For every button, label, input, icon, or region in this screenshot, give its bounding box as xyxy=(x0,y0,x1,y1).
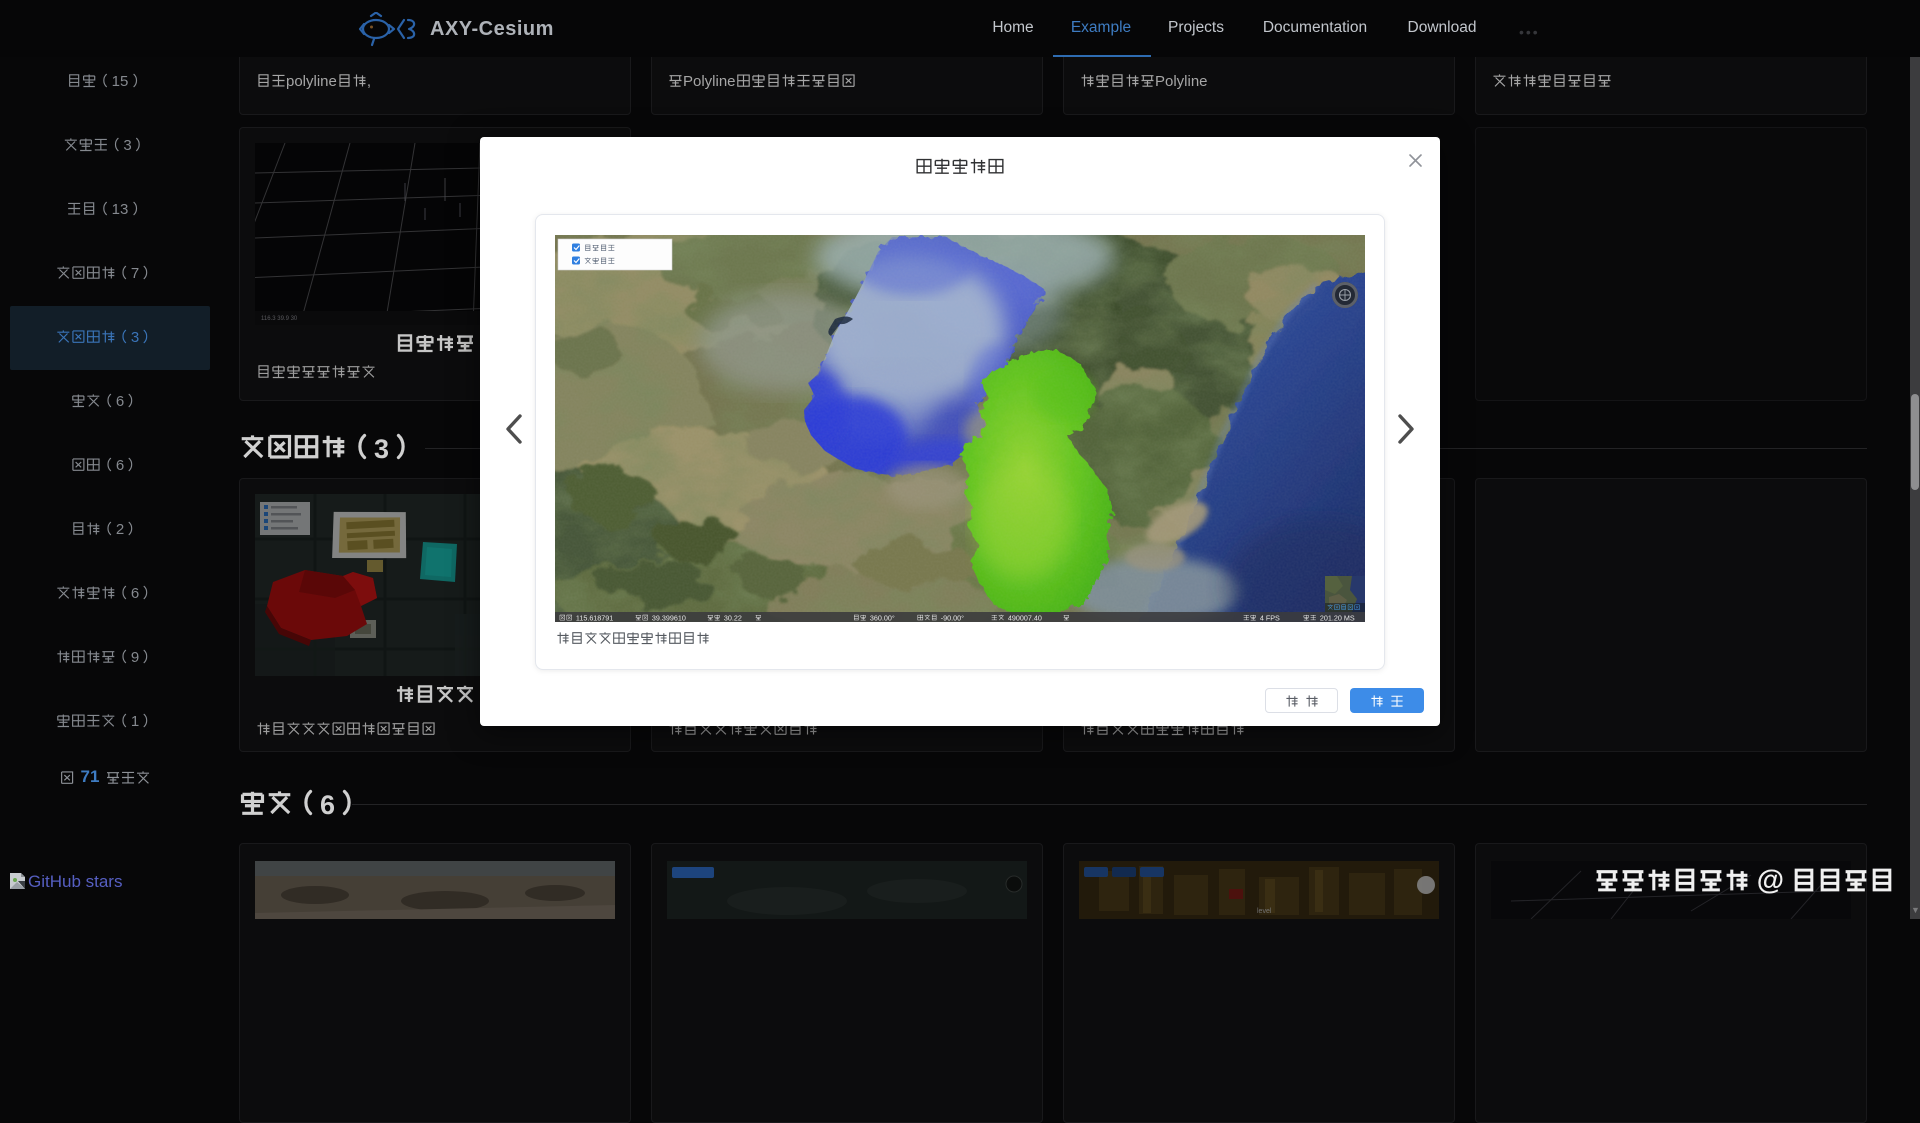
svg-text:116.3 39.9 30: 116.3 39.9 30 xyxy=(261,316,298,322)
svg-text:360.00°: 360.00° xyxy=(870,613,895,622)
svg-text:4 FPS: 4 FPS xyxy=(1260,613,1280,622)
svg-text:-90.00°: -90.00° xyxy=(941,613,964,622)
svg-text:201.20 MS: 201.20 MS xyxy=(1320,613,1355,622)
svg-text:39.399610: 39.399610 xyxy=(652,613,686,622)
svg-text:30.22: 30.22 xyxy=(724,613,742,622)
svg-text:115.618791: 115.618791 xyxy=(576,613,613,622)
svg-text:490007.40: 490007.40 xyxy=(1008,613,1042,622)
